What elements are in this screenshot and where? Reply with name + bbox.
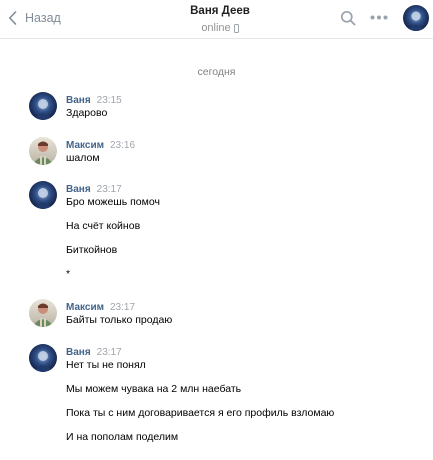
chevron-left-icon	[9, 11, 17, 25]
avatar[interactable]	[29, 181, 57, 209]
avatar[interactable]	[29, 137, 57, 165]
author-name[interactable]: Ваня	[66, 95, 91, 106]
message-time: 23:16	[110, 140, 136, 151]
author-name[interactable]: Максим	[66, 140, 104, 151]
message-text: Пока ты с ним договаривается я его профи…	[66, 407, 335, 419]
back-button[interactable]: Назад	[8, 9, 61, 27]
author-name[interactable]: Ваня	[66, 184, 91, 195]
chat-title: Ваня Деев	[190, 5, 250, 17]
message-meta: Ваня 23:17	[66, 181, 122, 195]
avatar[interactable]	[29, 92, 57, 120]
message-meta: Ваня 23:15	[66, 92, 122, 106]
mobile-phone-icon	[233, 23, 239, 33]
header-avatar[interactable]	[403, 5, 429, 31]
back-label: Назад	[25, 11, 61, 25]
more-dots-icon[interactable]	[370, 15, 388, 20]
message-time: 23:17	[96, 184, 122, 195]
message-time: 23:15	[96, 95, 122, 106]
message-meta: Максим 23:16	[66, 137, 135, 151]
online-status-text: online	[201, 22, 231, 34]
avatar[interactable]	[29, 299, 57, 327]
avatar[interactable]	[29, 344, 57, 372]
message-text: Нет ты не понял	[66, 359, 146, 371]
author-name[interactable]: Ваня	[66, 347, 91, 358]
message-text: *	[66, 268, 71, 280]
chat-title-block[interactable]: Ваня Деев online	[120, 4, 320, 36]
chat-header: Назад Ваня Деев online	[0, 0, 433, 39]
message-text: шалом	[66, 152, 100, 164]
message-time: 23:17	[96, 347, 122, 358]
search-icon[interactable]	[340, 10, 356, 26]
message-meta: Максим 23:17	[66, 299, 135, 313]
date-separator: сегодня	[197, 66, 236, 78]
message-text: Мы можем чувака на 2 млн наебать	[66, 383, 242, 395]
message-text: Биткойнов	[66, 244, 118, 256]
message-text: На счёт койнов	[66, 220, 141, 232]
message-meta: Ваня 23:17	[66, 344, 122, 358]
message-text: Здарово	[66, 107, 108, 119]
author-name[interactable]: Максим	[66, 302, 104, 313]
message-text: Бро можешь помоч	[66, 196, 160, 208]
message-time: 23:17	[110, 302, 136, 313]
message-text: Байты только продаю	[66, 314, 173, 326]
online-status: online	[201, 21, 239, 35]
message-text: И на пополам поделим	[66, 431, 179, 443]
